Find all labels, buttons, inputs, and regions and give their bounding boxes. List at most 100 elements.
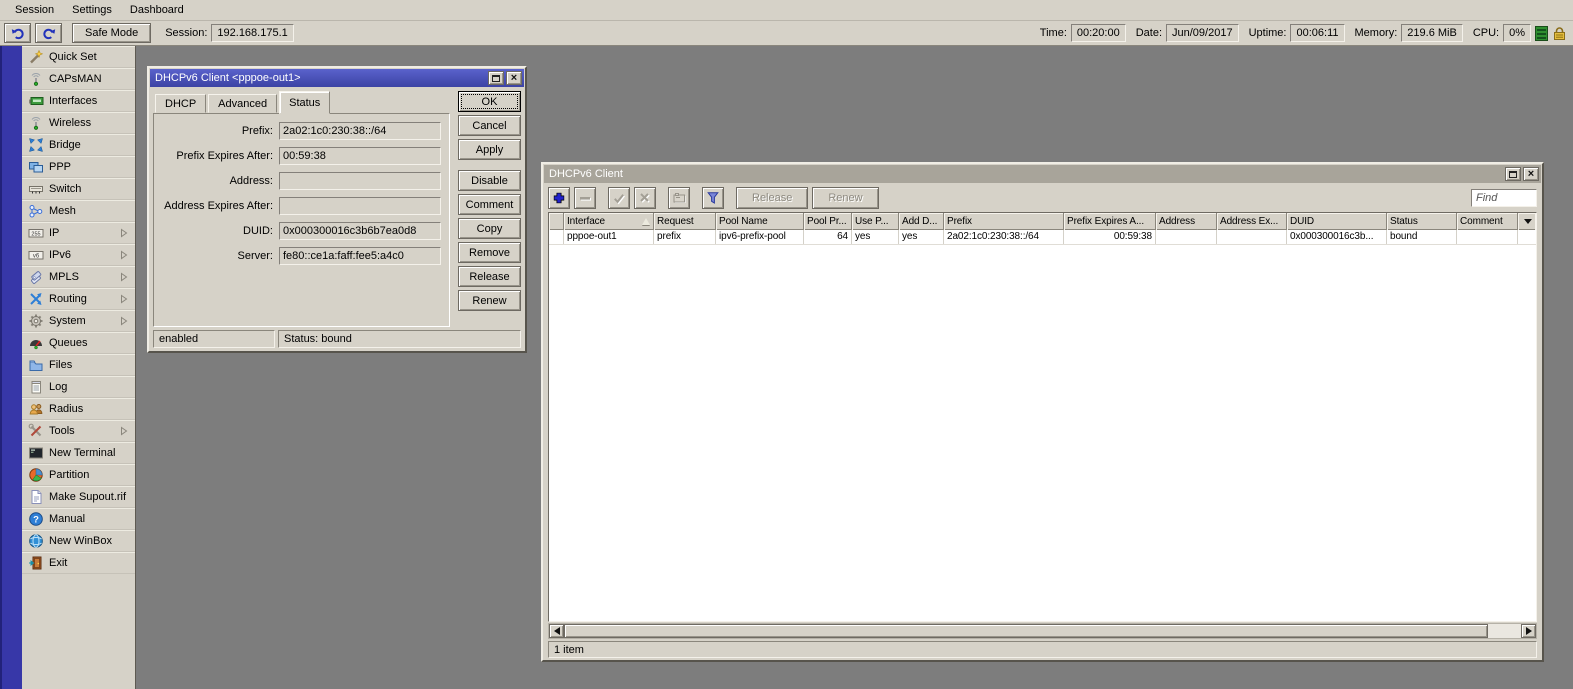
main-toolbar: Safe Mode Session: 192.168.175.1 Time: 00… [0,21,1573,46]
column-header-prefix[interactable]: Prefix [944,213,1064,230]
sidebar-item-new-winbox[interactable]: New WinBox [22,530,135,552]
column-header-prefix-expires-a[interactable]: Prefix Expires A... [1064,213,1156,230]
column-header-add-d[interactable]: Add D... [899,213,944,230]
sidebar-item-interfaces[interactable]: Interfaces [22,90,135,112]
close-button[interactable]: × [506,71,522,85]
renew-button[interactable]: Renew [458,290,521,311]
column-header-pool-pr[interactable]: Pool Pr... [804,213,852,230]
field-input-server[interactable] [279,246,441,265]
scrollbar-thumb[interactable] [564,624,1488,638]
release-button[interactable]: Release [736,187,809,209]
safe-mode-button[interactable]: Safe Mode [72,23,152,43]
scroll-right-button[interactable] [1521,624,1536,638]
filter-button[interactable] [702,187,724,209]
remove-button[interactable] [574,187,596,209]
add-button[interactable] [548,187,570,209]
sidebar-item-exit[interactable]: Exit [22,552,135,574]
column-header-address[interactable]: Address [1156,213,1217,230]
cell-interface: pppoe-out1 [564,230,654,244]
sidebar-item-files[interactable]: Files [22,354,135,376]
column-header-interface[interactable]: Interface [564,213,654,230]
field-label-address: Address: [229,174,273,187]
copy-button[interactable]: Copy [458,218,521,239]
sidebar-item-ipv6[interactable]: v6 IPv6 [22,244,135,266]
sidebar-item-quick-set[interactable]: Quick Set [22,46,135,68]
renew-button[interactable]: Renew [812,187,879,209]
window-titlebar[interactable]: DHCPv6 Client × [544,165,1541,183]
column-header-status[interactable]: Status [1387,213,1457,230]
sidebar-item-queues[interactable]: Queues [22,332,135,354]
menu-item-session[interactable]: Session [6,0,63,20]
column-header-flags[interactable] [549,213,564,230]
menu-item-dashboard[interactable]: Dashboard [121,0,193,20]
find-input[interactable] [1471,189,1537,207]
svg-text:?: ? [33,514,39,525]
field-input-duid[interactable] [279,221,441,240]
stat-value-0: 00:20:00 [1070,24,1126,42]
sidebar-item-tools[interactable]: Tools [22,420,135,442]
enable-button[interactable] [608,187,630,209]
sidebar-item-partition[interactable]: Partition [22,464,135,486]
table-row[interactable]: pppoe-out1 prefix ipv6-prefix-pool 64 yes yes… [549,230,1536,245]
sidebar-item-system[interactable]: System [22,310,135,332]
disable-button[interactable]: Disable [458,170,521,191]
tab-status[interactable]: Status [279,91,331,114]
sidebar-item-ip[interactable]: 255 IP [22,222,135,244]
redo-button[interactable] [35,23,62,43]
sidebar-item-mesh[interactable]: Mesh [22,200,135,222]
comment-button[interactable] [668,187,690,209]
sidebar-item-radius[interactable]: Radius [22,398,135,420]
sidebar-item-ppp[interactable]: PPP [22,156,135,178]
sidebar-item-bridge[interactable]: Bridge [22,134,135,156]
cell-use-p: yes [852,230,899,244]
submenu-arrow-icon [116,313,132,329]
column-dropdown-button[interactable] [1518,213,1536,230]
sidebar-item-new-terminal[interactable]: New Terminal [22,442,135,464]
sidebar-item-log[interactable]: Log [22,376,135,398]
field-input-prefix[interactable] [279,121,441,140]
scroll-left-button[interactable] [549,624,564,638]
dhcpv6-client-window: DHCPv6 Client × ReleaseRenew InterfaceRe… [541,162,1544,662]
cancel-button[interactable]: Cancel [458,115,521,136]
system-icon [28,313,44,329]
column-header-use-p[interactable]: Use P... [852,213,899,230]
maximize-button[interactable] [488,71,504,85]
list-toolbar: Release Renew [543,184,1542,212]
comment-button[interactable]: Comment [458,194,521,215]
maximize-button[interactable] [1505,167,1521,181]
sidebar-item-switch[interactable]: Switch [22,178,135,200]
undo-icon [10,25,26,41]
close-button[interactable]: × [1523,167,1539,181]
column-header-comment[interactable]: Comment [1457,213,1518,230]
remove-button[interactable]: Remove [458,242,521,263]
sidebar-item-routing[interactable]: Routing [22,288,135,310]
dialog-titlebar[interactable]: DHCPv6 Client <pppoe-out1> × [150,69,524,87]
apply-button[interactable]: Apply [458,139,521,160]
column-header-address-ex[interactable]: Address Ex... [1217,213,1287,230]
sidebar-item-capsman[interactable]: CAPsMAN [22,68,135,90]
sidebar-item-make-supout-rif[interactable]: Make Supout.rif [22,486,135,508]
undo-button[interactable] [4,23,31,43]
sidebar-item-wireless[interactable]: Wireless [22,112,135,134]
column-header-duid[interactable]: DUID [1287,213,1387,230]
horizontal-scrollbar[interactable] [548,623,1537,639]
comment-icon [671,190,687,206]
lock-icon [1552,26,1567,41]
column-header-request[interactable]: Request [654,213,716,230]
menu-item-settings[interactable]: Settings [63,0,121,20]
field-input-address-expires-after[interactable] [279,196,441,215]
field-input-prefix-expires-after[interactable] [279,146,441,165]
tab-dhcp[interactable]: DHCP [155,94,207,113]
disable-button[interactable] [634,187,656,209]
sidebar-item-manual[interactable]: ? Manual [22,508,135,530]
column-header-pool-name[interactable]: Pool Name [716,213,804,230]
ok-button[interactable]: OK [458,91,521,112]
submenu-arrow-icon [116,225,132,241]
tab-advanced[interactable]: Advanced [208,94,278,113]
sidebar-item-mpls[interactable]: MPLS [22,266,135,288]
field-row-address-expires-after: Address Expires After: [154,196,441,215]
release-button[interactable]: Release [458,266,521,287]
traffic-icon [1535,25,1548,41]
field-input-address[interactable] [279,171,441,190]
scrollbar-track[interactable] [564,624,1521,638]
